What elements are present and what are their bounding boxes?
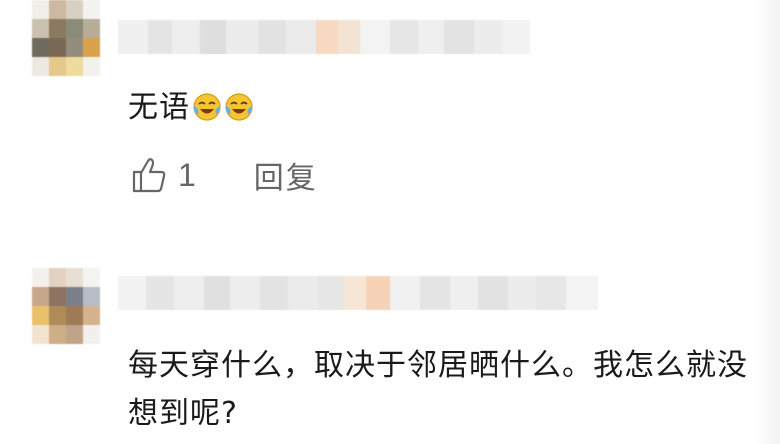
laughing-crying-emoji-icon xyxy=(193,93,221,121)
comment-text: 无语 xyxy=(128,84,254,132)
reply-button[interactable]: 回复 xyxy=(254,153,318,197)
like-count: 1 xyxy=(178,156,196,193)
comment-item: 每天穿什么，取决于邻居晒什么。我怎么就没想到呢? xyxy=(0,250,780,444)
laughing-crying-emoji-icon xyxy=(225,93,253,121)
username-blurred[interactable] xyxy=(118,20,534,54)
avatar[interactable] xyxy=(32,0,100,76)
thumbs-up-icon[interactable] xyxy=(130,155,170,195)
comment-text-content: 无语 xyxy=(128,90,190,125)
comment-item: 无语 1 回复 xyxy=(0,0,780,230)
comment-text: 每天穿什么，取决于邻居晒什么。我怎么就没想到呢? xyxy=(128,348,748,431)
username-blurred[interactable] xyxy=(118,276,608,310)
comment-actions: 1 回复 xyxy=(130,150,318,200)
avatar[interactable] xyxy=(32,268,100,344)
